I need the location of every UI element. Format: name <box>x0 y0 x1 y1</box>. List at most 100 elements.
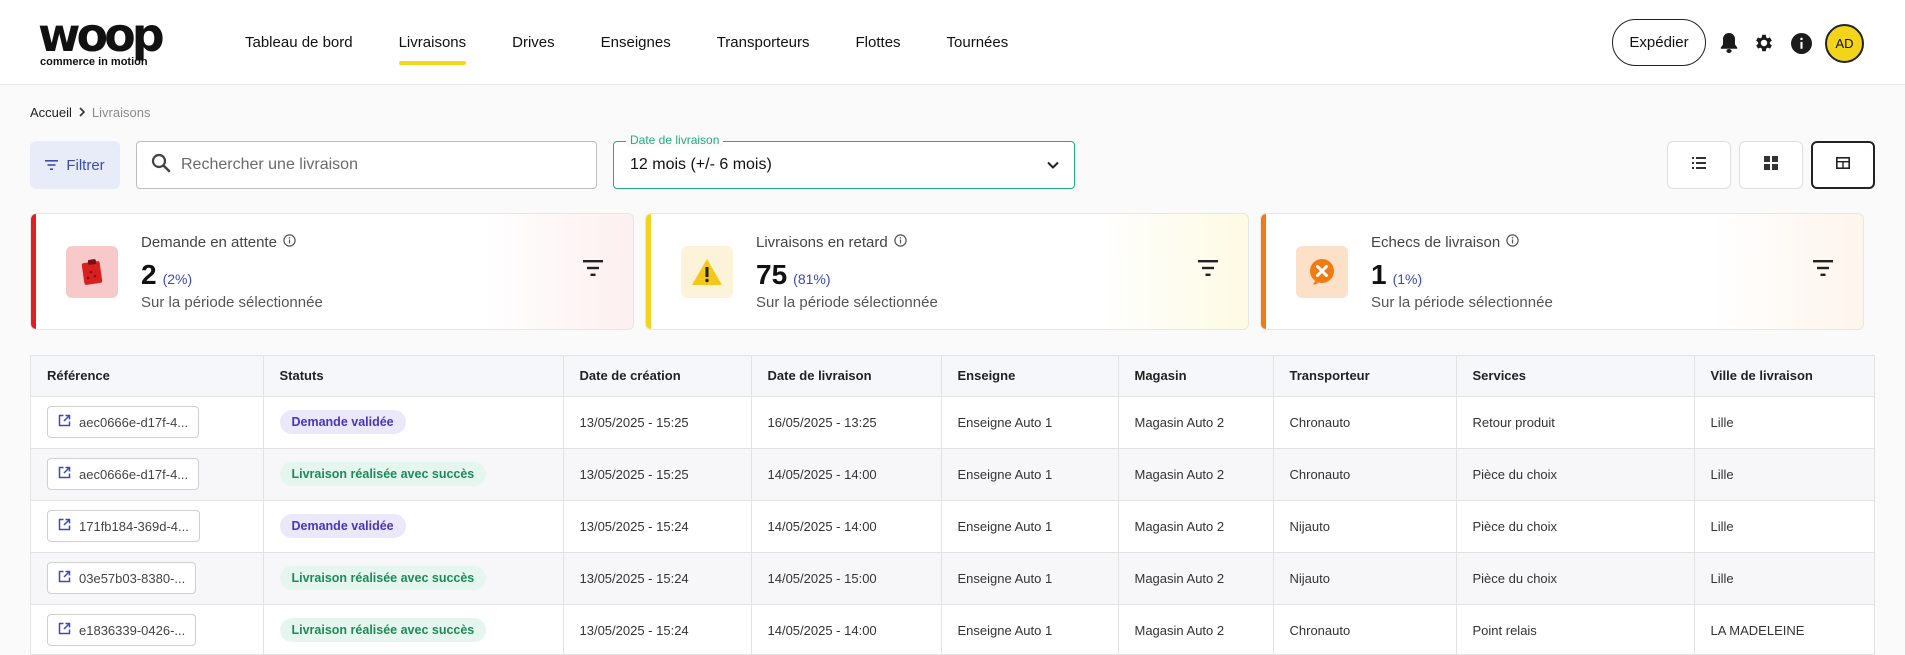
column-header-enseigne[interactable]: Enseigne <box>941 356 1119 397</box>
table-row[interactable]: aec0666e-d17f-4... Demande validée 13/05… <box>31 396 1874 449</box>
reference-text: 03e57b03-8380-... <box>79 570 186 586</box>
reference-link[interactable]: aec0666e-d17f-4... <box>47 406 200 438</box>
column-header-statuts[interactable]: Statuts <box>263 356 564 397</box>
table-header-row: Référence Statuts Date de création Date … <box>31 356 1874 397</box>
reference-cell: aec0666e-d17f-4... <box>31 448 264 501</box>
warning-icon <box>681 246 733 298</box>
table-view-icon <box>1836 156 1850 174</box>
nav-item-tournees[interactable]: Tournées <box>947 0 1009 85</box>
kpi-card-late: Livraisons en retard 75 (81%) Sur la pér… <box>645 213 1249 330</box>
created-date-cell: 13/05/2025 - 15:24 <box>563 500 752 553</box>
column-header-transporteur[interactable]: Transporteur <box>1273 356 1457 397</box>
filter-icon[interactable] <box>1198 260 1218 281</box>
store-cell: Magasin Auto 2 <box>1118 500 1274 553</box>
logo-tagline: commerce in motion <box>40 56 148 68</box>
reference-link[interactable]: e1836339-0426-... <box>47 614 197 646</box>
search-box[interactable] <box>136 141 597 189</box>
list-view-icon <box>1692 156 1706 174</box>
delivery-date-select[interactable]: Date de livraison 12 mois (+/- 6 mois) <box>613 133 1075 189</box>
kpi-value-row: 75 (81%) <box>756 259 831 291</box>
reference-text: aec0666e-d17f-4... <box>79 466 189 482</box>
created-date-cell: 13/05/2025 - 15:25 <box>563 396 752 449</box>
status-cell: Livraison réalisée avec succès <box>263 552 564 605</box>
column-header-date-livraison[interactable]: Date de livraison <box>751 356 942 397</box>
status-badge: Demande validée <box>279 514 406 538</box>
filter-button[interactable]: Filtrer <box>30 141 120 189</box>
info-circle-icon[interactable] <box>283 234 296 251</box>
bell-icon[interactable] <box>1718 32 1740 54</box>
nav-item-enseignes[interactable]: Enseignes <box>601 0 671 85</box>
table-row[interactable]: aec0666e-d17f-4... Livraison réalisée av… <box>31 448 1874 501</box>
kpi-title: Demande en attente <box>141 234 296 251</box>
status-badge: Demande validée <box>279 410 406 434</box>
nav-item-drives[interactable]: Drives <box>512 0 555 85</box>
status-cell: Livraison réalisée avec succès <box>263 448 564 501</box>
store-cell: Magasin Auto 2 <box>1118 396 1274 449</box>
service-cell: Point relais <box>1456 604 1695 654</box>
service-cell: Pièce du choix <box>1456 552 1695 605</box>
reference-cell: e1836339-0426-... <box>31 604 264 654</box>
service-cell: Pièce du choix <box>1456 448 1695 501</box>
main-nav: Tableau de bord Livraisons Drives Enseig… <box>245 0 1054 85</box>
reference-text: e1836339-0426-... <box>79 622 186 638</box>
filter-lines-icon <box>45 157 59 174</box>
breadcrumb: Accueil Livraisons <box>30 105 150 120</box>
delivery-date-value: 12 mois (+/- 6 mois) <box>630 156 772 173</box>
external-link-icon <box>58 466 71 482</box>
reference-cell: aec0666e-d17f-4... <box>31 396 264 449</box>
filter-icon[interactable] <box>1813 260 1833 281</box>
delivery-date-cell: 14/05/2025 - 15:00 <box>751 552 942 605</box>
ship-button[interactable]: Expédier <box>1612 19 1706 66</box>
column-header-reference[interactable]: Référence <box>31 356 264 397</box>
city-cell: Lille <box>1694 396 1874 449</box>
reference-link[interactable]: 03e57b03-8380-... <box>47 562 197 594</box>
kpi-percentage: (1%) <box>1392 271 1423 287</box>
nav-item-flottes[interactable]: Flottes <box>856 0 901 85</box>
search-input[interactable] <box>181 156 581 174</box>
info-circle-icon[interactable] <box>1506 234 1519 251</box>
column-header-ville[interactable]: Ville de livraison <box>1694 356 1874 397</box>
reference-text: 171fb184-369d-4... <box>79 518 189 534</box>
kpi-card-pending: Demande en attente 2 (2%) Sur la période… <box>30 213 634 330</box>
user-avatar[interactable]: AD <box>1825 24 1864 63</box>
table-view-button[interactable] <box>1811 141 1875 189</box>
brand-cell: Enseigne Auto 1 <box>941 604 1119 654</box>
gear-icon[interactable] <box>1753 32 1775 54</box>
table-row[interactable]: 03e57b03-8380-... Livraison réalisée ave… <box>31 552 1874 605</box>
reference-link[interactable]: 171fb184-369d-4... <box>47 510 200 542</box>
kpi-accent-bar <box>31 214 36 329</box>
breadcrumb-home[interactable]: Accueil <box>30 105 72 120</box>
carrier-cell: Nijauto <box>1273 500 1457 553</box>
kpi-title: Livraisons en retard <box>756 234 907 251</box>
woop-logo[interactable]: woop commerce in motion <box>38 12 188 70</box>
status-badge: Livraison réalisée avec succès <box>279 618 487 642</box>
column-header-services[interactable]: Services <box>1456 356 1695 397</box>
search-icon <box>151 153 171 178</box>
filter-icon[interactable] <box>583 260 603 281</box>
column-header-magasin[interactable]: Magasin <box>1118 356 1274 397</box>
city-cell: Lille <box>1694 448 1874 501</box>
chevron-down-icon <box>1046 158 1060 177</box>
brand-cell: Enseigne Auto 1 <box>941 448 1119 501</box>
carrier-cell: Chronauto <box>1273 604 1457 654</box>
brand-cell: Enseigne Auto 1 <box>941 500 1119 553</box>
kpi-subtitle: Sur la période sélectionnée <box>756 294 938 311</box>
table-row[interactable]: e1836339-0426-... Livraison réalisée ave… <box>31 604 1874 654</box>
city-cell: LA MADELEINE <box>1694 604 1874 654</box>
grid-view-icon <box>1764 155 1778 175</box>
list-view-button[interactable] <box>1667 141 1731 189</box>
kpi-value-row: 2 (2%) <box>141 259 192 291</box>
reference-text: aec0666e-d17f-4... <box>79 414 189 430</box>
nav-item-tableau-de-bord[interactable]: Tableau de bord <box>245 0 353 85</box>
info-icon[interactable] <box>1790 32 1812 54</box>
grid-view-button[interactable] <box>1739 141 1803 189</box>
column-header-date-creation[interactable]: Date de création <box>563 356 752 397</box>
clipboard-icon <box>66 246 118 298</box>
info-circle-icon[interactable] <box>894 234 907 251</box>
table-row[interactable]: 171fb184-369d-4... Demande validée 13/05… <box>31 500 1874 553</box>
nav-item-transporteurs[interactable]: Transporteurs <box>717 0 810 85</box>
reference-link[interactable]: aec0666e-d17f-4... <box>47 458 200 490</box>
nav-item-livraisons[interactable]: Livraisons <box>398 0 466 85</box>
created-date-cell: 13/05/2025 - 15:24 <box>563 552 752 605</box>
store-cell: Magasin Auto 2 <box>1118 604 1274 654</box>
